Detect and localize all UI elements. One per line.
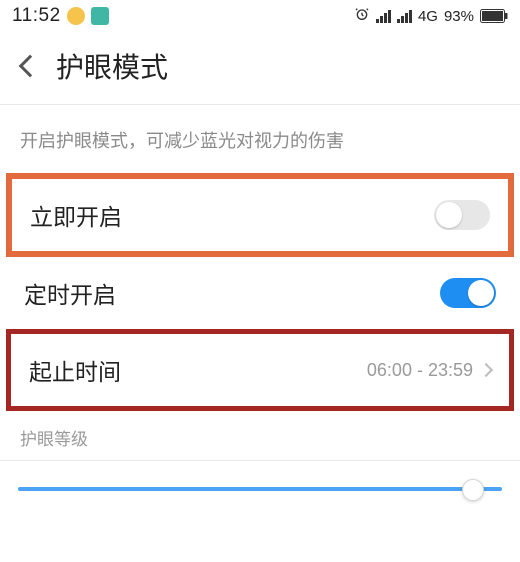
- page-header: 护眼模式: [0, 32, 520, 104]
- page-title: 护眼模式: [56, 46, 168, 86]
- status-clock: 11:52: [12, 5, 61, 27]
- row-enable-now[interactable]: 立即开启: [12, 179, 508, 251]
- signal-icon: [376, 9, 391, 23]
- slider-thumb[interactable]: [462, 479, 484, 501]
- time-range-label: 起止时间: [29, 353, 121, 387]
- signal-icon-2: [397, 9, 412, 23]
- level-slider[interactable]: [0, 461, 520, 521]
- status-left: 11:52: [12, 5, 109, 27]
- level-section-label: 护眼等级: [0, 411, 520, 460]
- row-schedule[interactable]: 定时开启: [0, 257, 520, 329]
- battery-pct: 93%: [444, 8, 474, 25]
- back-button[interactable]: [19, 55, 42, 78]
- enable-now-toggle[interactable]: [434, 200, 490, 230]
- mode-description: 开启护眼模式，可减少蓝光对视力的伤害: [0, 105, 520, 173]
- enable-now-label: 立即开启: [30, 198, 122, 232]
- schedule-label: 定时开启: [24, 276, 116, 310]
- alarm-icon: [354, 6, 370, 26]
- row-time-range[interactable]: 起止时间 06:00 - 23:59: [11, 334, 509, 406]
- chevron-right-icon: [479, 363, 493, 377]
- status-bar: 11:52 4G 93%: [0, 0, 520, 32]
- status-indicator-icon: [67, 7, 85, 25]
- status-right: 4G 93%: [354, 6, 508, 26]
- slider-track: [18, 487, 502, 491]
- status-app-icon: [91, 7, 109, 25]
- time-range-value: 06:00 - 23:59: [367, 360, 473, 381]
- schedule-toggle[interactable]: [440, 278, 496, 308]
- highlight-time-range: 起止时间 06:00 - 23:59: [6, 329, 514, 411]
- network-label: 4G: [418, 8, 438, 25]
- highlight-enable-now: 立即开启: [6, 173, 514, 257]
- battery-icon: [480, 9, 508, 23]
